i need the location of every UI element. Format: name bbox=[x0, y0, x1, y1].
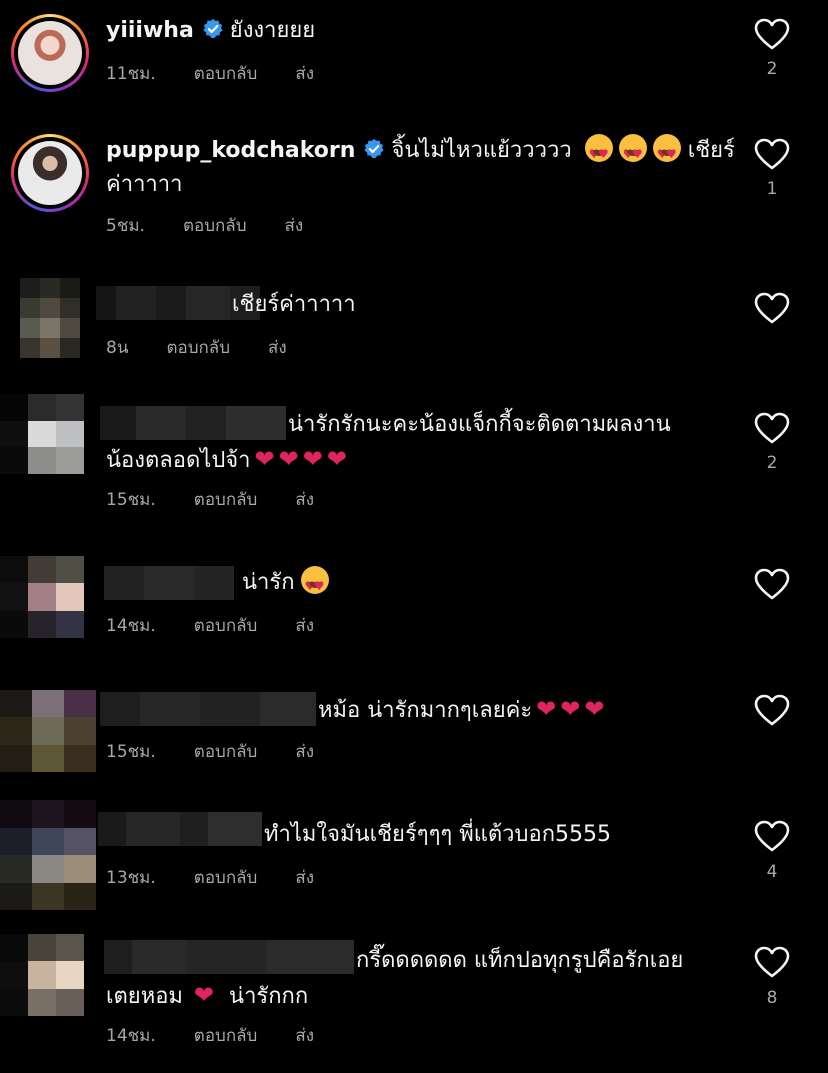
timestamp: 8น bbox=[106, 338, 129, 358]
verified-badge-icon bbox=[202, 18, 224, 40]
red-heart-emoji-icon: ❤ bbox=[278, 445, 299, 473]
heart-eyes-emoji-icon bbox=[618, 134, 647, 171]
reply-button[interactable]: ตอบกลับ bbox=[194, 486, 258, 513]
timestamp: 15ชม. bbox=[106, 742, 156, 762]
comment-text-line: หม้อ น่ารักมากๆเลยค่ะ ❤ ❤ ❤ bbox=[318, 692, 604, 728]
like-count: 4 bbox=[766, 862, 778, 882]
comment-text: ยังงายยย bbox=[229, 18, 316, 43]
avatar[interactable] bbox=[11, 134, 89, 212]
comment-text-line: น่ารัก bbox=[242, 566, 329, 603]
send-button[interactable]: ส่ง bbox=[295, 612, 314, 639]
red-heart-emoji-icon: ❤ bbox=[193, 981, 215, 1009]
red-heart-emoji-icon: ❤ bbox=[536, 695, 557, 723]
send-button[interactable]: ส่ง bbox=[295, 738, 314, 765]
avatar[interactable] bbox=[0, 556, 84, 638]
avatar[interactable] bbox=[20, 278, 80, 358]
comment-text: น่ารัก bbox=[242, 570, 295, 595]
reply-button[interactable]: ตอบกลับ bbox=[194, 60, 258, 87]
comment-meta: 15ชม. ตอบกลับ ส่ง bbox=[106, 486, 352, 513]
comment-text: น่ารักรักนะคะน้องแจ็กกี้จะติดตามผลงาน bbox=[288, 412, 671, 437]
verified-badge-icon bbox=[363, 138, 385, 160]
comment-text: น่ารักกก bbox=[229, 984, 309, 1009]
blurred-username[interactable] bbox=[100, 692, 316, 726]
timestamp: 14ชม. bbox=[106, 1026, 156, 1046]
comment-text-line2: เตยหอม ❤ น่ารักกก bbox=[106, 978, 308, 1014]
comment-text: หม้อ น่ารักมากๆเลยค่ะ bbox=[318, 698, 533, 723]
like-count: 2 bbox=[766, 453, 778, 473]
comment-text: ทำไมใจมันเชียร์ๆๆๆ พี่แต้วบอก5555 bbox=[264, 822, 612, 847]
comment-meta: 14ชม. ตอบกลับ ส่ง bbox=[106, 1022, 352, 1049]
send-button[interactable]: ส่ง bbox=[285, 212, 304, 239]
avatar[interactable] bbox=[0, 800, 96, 910]
comment-meta: 13ชม. ตอบกลับ ส่ง bbox=[106, 864, 352, 891]
reply-button[interactable]: ตอบกลับ bbox=[194, 612, 258, 639]
reply-button[interactable]: ตอบกลับ bbox=[166, 334, 230, 361]
reply-button[interactable]: ตอบกลับ bbox=[194, 738, 258, 765]
heart-icon[interactable] bbox=[754, 412, 790, 444]
comment-text-line2: น้องตลอดไปจ้า ❤ ❤ ❤ ❤ bbox=[106, 442, 347, 478]
comment-text: กรี๊ดดดดดด แท็กปอทุกรูปคือรักเอย bbox=[356, 948, 684, 973]
like-count: 2 bbox=[766, 59, 778, 79]
red-heart-emoji-icon: ❤ bbox=[560, 695, 581, 723]
blurred-username[interactable] bbox=[100, 406, 286, 440]
send-button[interactable]: ส่ง bbox=[295, 60, 314, 87]
send-button[interactable]: ส่ง bbox=[295, 486, 314, 513]
like-count: 1 bbox=[766, 179, 778, 199]
avatar[interactable] bbox=[0, 934, 84, 1016]
send-button[interactable]: ส่ง bbox=[268, 334, 287, 361]
comment-text: เตยหอม bbox=[106, 984, 183, 1009]
like-count: 8 bbox=[766, 988, 778, 1008]
avatar[interactable] bbox=[11, 14, 89, 92]
red-heart-emoji-icon: ❤ bbox=[326, 445, 347, 473]
timestamp: 5ชม. bbox=[106, 216, 145, 236]
heart-eyes-emoji-icon bbox=[584, 134, 613, 171]
send-button[interactable]: ส่ง bbox=[295, 864, 314, 891]
comment-text: น้องตลอดไปจ้า bbox=[106, 448, 251, 473]
username[interactable]: yiiiwha bbox=[106, 18, 194, 43]
blurred-username[interactable] bbox=[104, 566, 234, 600]
heart-icon[interactable] bbox=[754, 946, 790, 978]
comment-body: yiiiwha ยังงายยย bbox=[106, 14, 315, 48]
reply-button[interactable]: ตอบกลับ bbox=[194, 1022, 258, 1049]
red-heart-emoji-icon: ❤ bbox=[254, 445, 275, 473]
comment-meta: 11ชม. ตอบกลับ ส่ง bbox=[106, 60, 352, 87]
avatar[interactable] bbox=[0, 690, 96, 772]
heart-icon[interactable] bbox=[754, 18, 790, 50]
heart-icon[interactable] bbox=[754, 694, 790, 726]
reply-button[interactable]: ตอบกลับ bbox=[183, 212, 247, 239]
heart-icon[interactable] bbox=[754, 138, 790, 170]
send-button[interactable]: ส่ง bbox=[295, 1022, 314, 1049]
timestamp: 11ชม. bbox=[106, 64, 156, 84]
timestamp: 14ชม. bbox=[106, 616, 156, 636]
comment-text-line2: ค่าาาาา bbox=[106, 172, 183, 197]
heart-icon[interactable] bbox=[754, 292, 790, 324]
red-heart-emoji-icon: ❤ bbox=[302, 445, 323, 473]
comment-text: จิ้นไม่ไหวแย้ววววว bbox=[391, 138, 572, 163]
reply-button[interactable]: ตอบกลับ bbox=[194, 864, 258, 891]
red-heart-emoji-icon: ❤ bbox=[584, 695, 605, 723]
comment-body: puppup_kodchakorn จิ้นไม่ไหวแย้ววววว เชีย… bbox=[106, 134, 746, 171]
comment-text: เชียร์ค่าาาาา bbox=[232, 292, 356, 317]
comment-meta: 15ชม. ตอบกลับ ส่ง bbox=[106, 738, 352, 765]
username[interactable]: puppup_kodchakorn bbox=[106, 138, 355, 163]
blurred-username[interactable] bbox=[104, 940, 354, 974]
comment-meta: 5ชม. ตอบกลับ ส่ง bbox=[106, 212, 341, 239]
timestamp: 15ชม. bbox=[106, 490, 156, 510]
heart-eyes-emoji-icon bbox=[652, 134, 681, 171]
comment-meta: 14ชม. ตอบกลับ ส่ง bbox=[106, 612, 352, 639]
heart-icon[interactable] bbox=[754, 820, 790, 852]
avatar[interactable] bbox=[0, 394, 84, 474]
comment-text: เชียร์ bbox=[687, 138, 735, 163]
comment-meta: 8น ตอบกลับ ส่ง bbox=[106, 334, 325, 361]
heart-icon[interactable] bbox=[754, 568, 790, 600]
blurred-username[interactable] bbox=[98, 812, 262, 846]
heart-eyes-emoji-icon bbox=[300, 566, 329, 603]
timestamp: 13ชม. bbox=[106, 868, 156, 888]
